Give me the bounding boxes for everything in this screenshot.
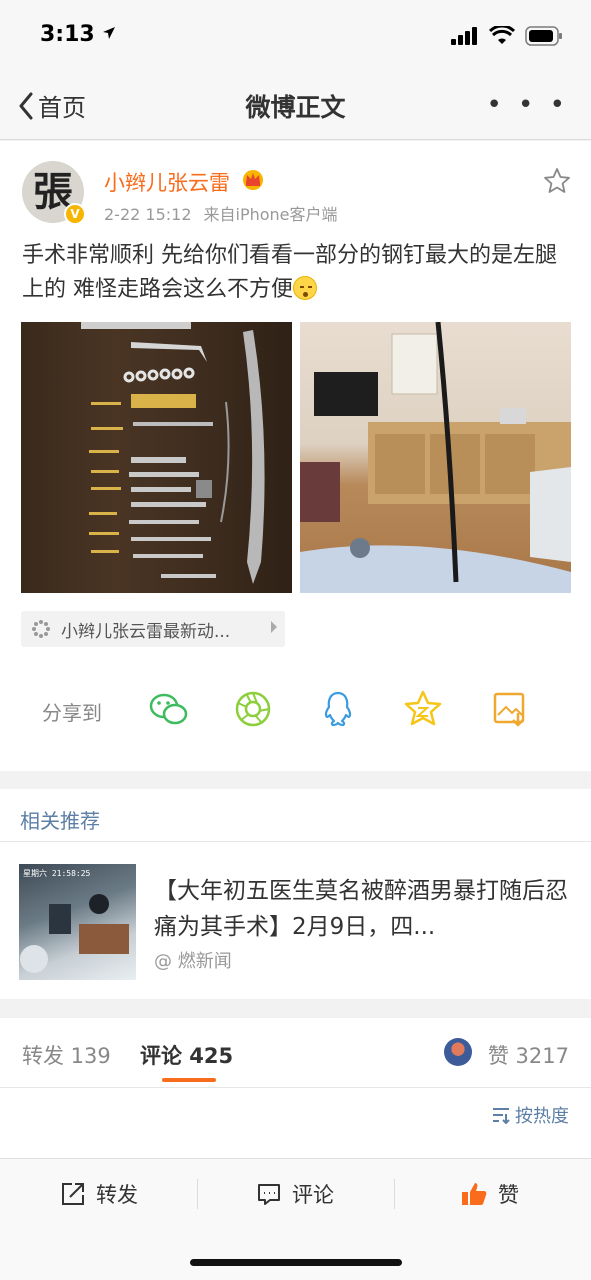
tab-likes[interactable]: 赞 3217: [488, 1040, 569, 1070]
tab-comment[interactable]: 评论 425: [140, 1040, 233, 1070]
weibo-post: 張 V 小辫儿张云雷 2-22 15:12 来自iPhone客户端 手术非常顺利 …: [0, 141, 591, 771]
comment-button[interactable]: 评论: [256, 1179, 334, 1209]
save-image-icon[interactable]: [490, 689, 530, 729]
verified-badge: V: [64, 203, 86, 225]
favorite-star-icon[interactable]: [543, 167, 571, 195]
hardware-photo-illustration: [81, 322, 265, 584]
post-meta: 2-22 15:12 来自iPhone客户端: [104, 201, 338, 225]
more-options-button[interactable]: • • •: [486, 90, 569, 120]
like-button[interactable]: 赞: [460, 1179, 519, 1209]
thumbs-up-icon: [462, 1183, 487, 1205]
liker-avatar[interactable]: [444, 1038, 472, 1066]
author-name[interactable]: 小辫儿张云雷: [104, 167, 230, 197]
moments-icon[interactable]: [233, 689, 273, 729]
tab-repost[interactable]: 转发 139: [22, 1040, 111, 1070]
comment-label: 评论: [292, 1183, 334, 1207]
hospital-photo-illustration: [300, 322, 571, 593]
vip-crown-icon[interactable]: [240, 167, 266, 191]
comment-sort-area: 按热度: [0, 1088, 591, 1158]
location-arrow-icon: [103, 27, 116, 39]
clock-text: 3:13: [40, 22, 95, 47]
active-tab-indicator: [162, 1078, 216, 1082]
interaction-tabs: 转发 139 评论 425 赞 3217: [0, 1018, 591, 1088]
sort-label: 按热度: [515, 1106, 569, 1127]
qq-icon[interactable]: [318, 689, 358, 729]
divider: [0, 841, 591, 842]
related-thumbnail[interactable]: 星期六 21:58:25: [19, 864, 136, 980]
embarrassed-emoji-icon: [293, 276, 317, 300]
source-tag-label: 小辫儿张云雷最新动...: [61, 621, 231, 642]
related-headline[interactable]: 【大年初五医生莫名被醉酒男暴打随后忍痛为其手术】2月9日，四...: [154, 873, 572, 945]
sort-by-hot-button[interactable]: 按热度: [491, 1102, 569, 1128]
related-recommendations: 相关推荐 星期六 21:58:25 【大年初五医生莫名被醉酒男暴打随后忍痛为其手…: [0, 789, 591, 999]
post-source: 来自iPhone客户端: [203, 205, 338, 224]
signal-icon: [451, 27, 477, 45]
source-tag[interactable]: 小辫儿张云雷最新动...: [21, 611, 285, 647]
avatar[interactable]: 張 V: [22, 161, 86, 225]
bottom-toolbar: 转发 评论 赞: [0, 1158, 591, 1280]
verified-mark: V: [70, 207, 80, 221]
status-bar: 3:13: [0, 0, 591, 70]
navigation-bar: 首页 微博正文 • • •: [0, 70, 591, 140]
home-indicator[interactable]: [190, 1259, 402, 1266]
post-text-body: 手术非常顺利 先给你们看看一部分的钢钉最大的是左腿上的 难怪走路会这么不方便: [22, 243, 557, 302]
toolbar-separator: [394, 1179, 395, 1209]
chevron-right-icon: [271, 621, 277, 633]
share-label: 分享到: [42, 701, 102, 725]
post-image-hospital-room[interactable]: [300, 322, 571, 593]
sort-icon: [493, 1108, 510, 1124]
repost-button[interactable]: 转发: [60, 1179, 138, 1209]
related-source[interactable]: @ 燃新闻: [154, 947, 232, 973]
wifi-icon: [489, 26, 515, 44]
battery-icon: [525, 26, 562, 46]
related-section-title: 相关推荐: [20, 809, 100, 833]
comment-icon: [258, 1184, 280, 1205]
like-label: 赞: [498, 1183, 519, 1207]
toolbar-separator: [197, 1179, 198, 1209]
cctv-scene-illustration: [20, 894, 129, 973]
post-time: 2-22 15:12: [104, 205, 192, 224]
repost-label: 转发: [96, 1183, 138, 1207]
share-row: 分享到: [0, 681, 591, 741]
repost-icon: [62, 1183, 84, 1205]
post-image-hardware[interactable]: [21, 322, 292, 593]
qzone-icon[interactable]: [403, 689, 443, 729]
post-text: 手术非常顺利 先给你们看看一部分的钢钉最大的是左腿上的 难怪走路会这么不方便: [22, 239, 562, 307]
status-icons: [451, 26, 563, 46]
loading-spinner-icon: [32, 620, 50, 638]
status-time: 3:13: [40, 22, 116, 47]
wechat-icon[interactable]: [148, 689, 188, 729]
